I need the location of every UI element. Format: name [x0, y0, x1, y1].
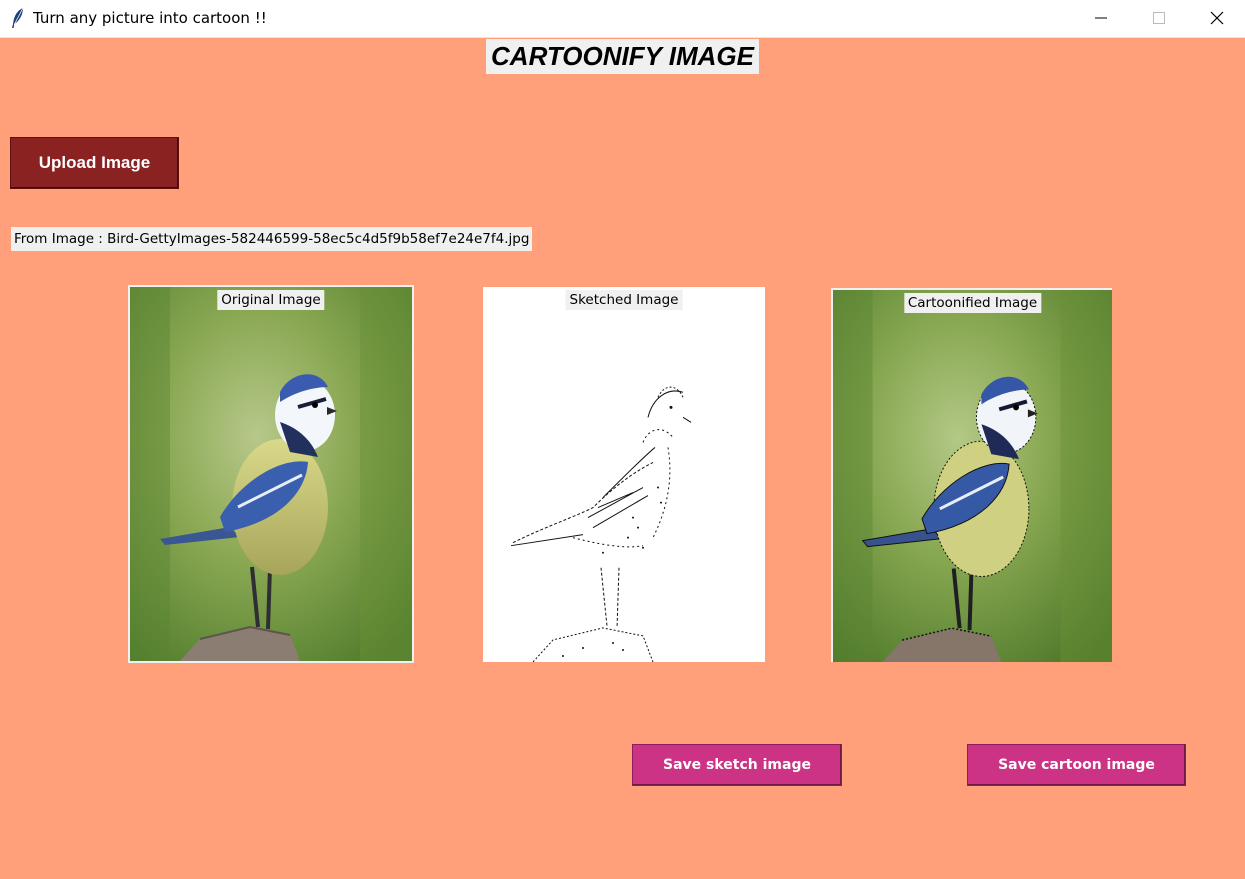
title-bar: Turn any picture into cartoon !!: [0, 0, 1245, 38]
sketched-bird-image: [510, 386, 692, 662]
sketched-image-panel: Sketched Image: [483, 287, 765, 662]
maximize-icon: [1153, 12, 1165, 24]
upload-image-button[interactable]: Upload Image: [10, 137, 179, 189]
original-bird-image: [130, 287, 412, 661]
close-button[interactable]: [1188, 0, 1245, 36]
save-sketch-button[interactable]: Save sketch image: [632, 744, 842, 786]
page-title: CARTOONIFY IMAGE: [486, 39, 759, 74]
cartoonified-bird-image: [833, 290, 1112, 662]
original-image-panel: Original Image: [128, 285, 414, 663]
original-image-label: Original Image: [217, 290, 325, 310]
cartoonified-image-panel: Cartoonified Image: [831, 288, 1112, 662]
from-image-label: From Image : Bird-GettyImages-582446599-…: [11, 227, 533, 251]
window-title: Turn any picture into cartoon !!: [33, 9, 267, 27]
maximize-button[interactable]: [1130, 0, 1188, 36]
close-icon: [1210, 11, 1224, 25]
minimize-icon: [1095, 17, 1107, 19]
save-cartoon-button[interactable]: Save cartoon image: [967, 744, 1186, 786]
cartoonified-image-label: Cartoonified Image: [903, 293, 1042, 313]
minimize-button[interactable]: [1072, 0, 1130, 36]
feather-icon: [12, 7, 24, 28]
sketched-image-label: Sketched Image: [565, 290, 683, 310]
